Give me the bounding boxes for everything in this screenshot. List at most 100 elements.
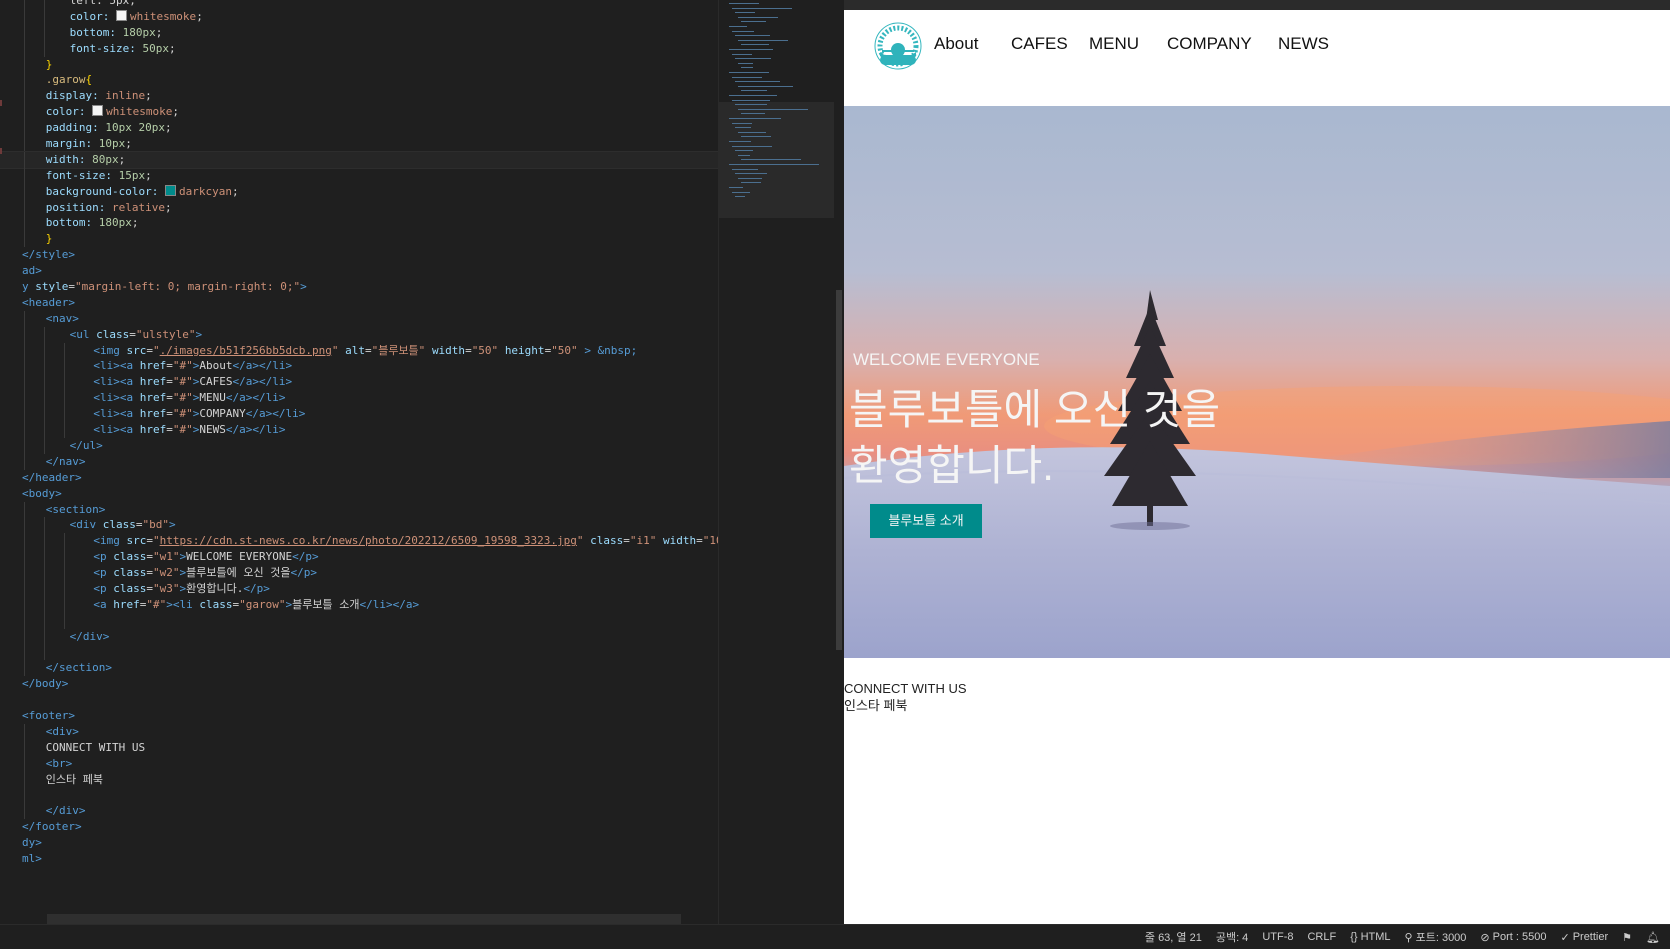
code-token: " bbox=[153, 534, 160, 548]
code-editor[interactable]: left: 5px; color: whitesmoke; bottom: 180p… bbox=[0, 0, 718, 924]
code-line[interactable]: </header> bbox=[0, 470, 718, 486]
code-line[interactable]: <img src = "./images/b51f256bb5dcb.png" al… bbox=[0, 342, 718, 359]
minimap[interactable] bbox=[718, 0, 835, 924]
code-line[interactable]: display: inline; bbox=[0, 88, 718, 105]
code-line[interactable]: width: 80px; bbox=[0, 150, 718, 169]
file-encoding[interactable]: UTF-8 bbox=[1262, 931, 1293, 943]
color-swatch[interactable] bbox=[92, 105, 104, 117]
code-token: </p> bbox=[290, 566, 317, 580]
code-line[interactable]: </footer> bbox=[0, 819, 718, 835]
color-swatch[interactable] bbox=[165, 184, 177, 196]
indent-guide bbox=[64, 580, 65, 597]
code-line[interactable]: <li><a href="#">CAFES</a></li> bbox=[0, 374, 718, 391]
code-line[interactable]: <section> bbox=[0, 501, 718, 518]
code-line[interactable]: </ul> bbox=[0, 437, 718, 454]
nav-company[interactable]: COMPANY bbox=[1167, 34, 1252, 54]
code-line[interactable]: <li><a href="#">About</a></li> bbox=[0, 358, 718, 375]
code-token: </li></a> bbox=[359, 597, 420, 611]
code-line[interactable]: </div> bbox=[0, 803, 718, 820]
code-line[interactable]: <li><a href="#">NEWS</a></li> bbox=[0, 422, 718, 438]
code-line[interactable]: color: whitesmoke; bbox=[0, 8, 718, 25]
code-line[interactable]: .garow{ bbox=[0, 72, 718, 89]
code-line[interactable]: </body> bbox=[0, 676, 718, 692]
code-line[interactable]: <p class="w2">블루보틀에 오신 것을</p> bbox=[0, 565, 718, 581]
code-line[interactable]: left: 5px; bbox=[0, 0, 718, 9]
end-of-line[interactable]: CRLF bbox=[1307, 931, 1336, 943]
gutter-marker bbox=[0, 148, 2, 154]
code-line[interactable]: <p class="w1">WELCOME EVERYONE</p> bbox=[0, 549, 718, 566]
code-line[interactable]: padding: 10px 20px; bbox=[0, 120, 718, 137]
code-line[interactable]: </div> bbox=[0, 628, 718, 645]
code-line[interactable]: font-size: 50px; bbox=[0, 40, 718, 57]
indent-spaces[interactable]: 공백: 4 bbox=[1216, 929, 1248, 945]
feedback-icon[interactable]: ⚑ bbox=[1622, 931, 1632, 944]
nav-cafes[interactable]: CAFES bbox=[1011, 34, 1068, 54]
live-server-port[interactable]: ⊘ Port : 5500 bbox=[1480, 931, 1546, 944]
code-line[interactable]: </style> bbox=[0, 247, 718, 263]
code-token: </div> bbox=[69, 629, 110, 643]
code-token: "#" bbox=[172, 423, 193, 437]
indent-guide bbox=[64, 565, 65, 581]
code-line[interactable]: bottom: 180px; bbox=[0, 24, 718, 41]
cursor-position[interactable]: 줄 63, 열 21 bbox=[1145, 929, 1202, 945]
code-lines[interactable]: left: 5px; color: whitesmoke; bottom: 180p… bbox=[0, 0, 718, 867]
code-line[interactable]: <a href="#"><li class="garow">블루보틀 소개</l… bbox=[0, 596, 718, 613]
code-token: { bbox=[85, 73, 93, 87]
code-line[interactable]: CONNECT WITH US bbox=[0, 739, 718, 756]
indent-guide bbox=[44, 390, 45, 407]
scrollbar-thumb[interactable] bbox=[836, 290, 842, 650]
code-line[interactable]: ml> bbox=[0, 851, 718, 867]
code-line[interactable]: <footer> bbox=[0, 708, 718, 724]
code-line[interactable]: <div> bbox=[0, 723, 718, 740]
code-line[interactable]: color: whitesmoke; bbox=[0, 104, 718, 121]
code-line[interactable]: <nav> bbox=[0, 310, 718, 327]
color-swatch[interactable] bbox=[115, 9, 127, 21]
nav-news[interactable]: NEWS bbox=[1278, 34, 1329, 54]
code-line[interactable]: ad> bbox=[0, 263, 718, 279]
code-line[interactable]: dy> bbox=[0, 835, 718, 851]
indent-guide bbox=[24, 723, 25, 740]
code-line[interactable]: position: relative; bbox=[0, 199, 718, 216]
horizontal-scrollbar[interactable] bbox=[47, 914, 681, 924]
code-line[interactable]: <body> bbox=[0, 486, 718, 502]
code-line[interactable]: <img src = "https://cdn.st-news.co.kr/news… bbox=[0, 533, 718, 550]
code-line[interactable]: } bbox=[0, 56, 718, 73]
vertical-scrollbar[interactable] bbox=[834, 0, 844, 924]
indent-guide bbox=[24, 215, 25, 232]
code-line[interactable]: <br> bbox=[0, 755, 718, 772]
code-line[interactable]: y style="margin-left: 0; margin-right: 0… bbox=[0, 279, 718, 295]
code-token: </nav> bbox=[45, 454, 86, 468]
code-line[interactable]: } bbox=[0, 231, 718, 248]
prettier-status[interactable]: ✓ Prettier bbox=[1560, 931, 1608, 944]
minimap-line bbox=[732, 122, 752, 124]
code-line[interactable]: <ul class="ulstyle"> bbox=[0, 326, 718, 343]
code-line[interactable]: margin: 10px; bbox=[0, 136, 718, 152]
nav-menu[interactable]: MENU bbox=[1089, 34, 1139, 54]
code-line[interactable]: <p class="w3">환영합니다.</p> bbox=[0, 580, 718, 597]
language-mode[interactable]: {} HTML bbox=[1350, 931, 1390, 943]
code-line[interactable]: <header> bbox=[0, 295, 718, 311]
code-line[interactable] bbox=[0, 644, 718, 661]
code-line[interactable]: font-size: 15px; bbox=[0, 167, 718, 184]
code-line[interactable]: </section> bbox=[0, 660, 718, 677]
code-line[interactable]: bottom: 180px; bbox=[0, 215, 718, 232]
blue-bottle-logo[interactable] bbox=[874, 22, 922, 70]
code-line[interactable]: 인스타 페북 bbox=[0, 771, 718, 788]
code-line[interactable]: <li><a href="#">COMPANY</a></li> bbox=[0, 406, 718, 423]
forwarded-port[interactable]: ⚲ 포트: 3000 bbox=[1405, 929, 1467, 945]
code-token: 15px bbox=[118, 168, 146, 182]
notifications-bell-icon[interactable]: 🔔︎ bbox=[1646, 931, 1660, 944]
code-line[interactable]: <div class="bd"> bbox=[0, 517, 718, 534]
nav-about[interactable]: About bbox=[934, 34, 978, 54]
code-line[interactable] bbox=[0, 692, 718, 708]
footer-social-links[interactable]: 인스타 페북 bbox=[844, 697, 967, 714]
code-token: </a></li> bbox=[232, 359, 293, 373]
code-line[interactable] bbox=[0, 787, 718, 804]
code-token: "bd" bbox=[142, 518, 169, 532]
code-token: 180px bbox=[98, 216, 132, 230]
code-line[interactable]: </nav> bbox=[0, 453, 718, 470]
code-line[interactable]: background-color: darkcyan; bbox=[0, 183, 718, 200]
code-line[interactable] bbox=[0, 612, 718, 629]
about-blue-bottle-button[interactable]: 블루보틀 소개 bbox=[870, 504, 982, 538]
code-line[interactable]: <li><a href="#">MENU</a></li> bbox=[0, 390, 718, 407]
